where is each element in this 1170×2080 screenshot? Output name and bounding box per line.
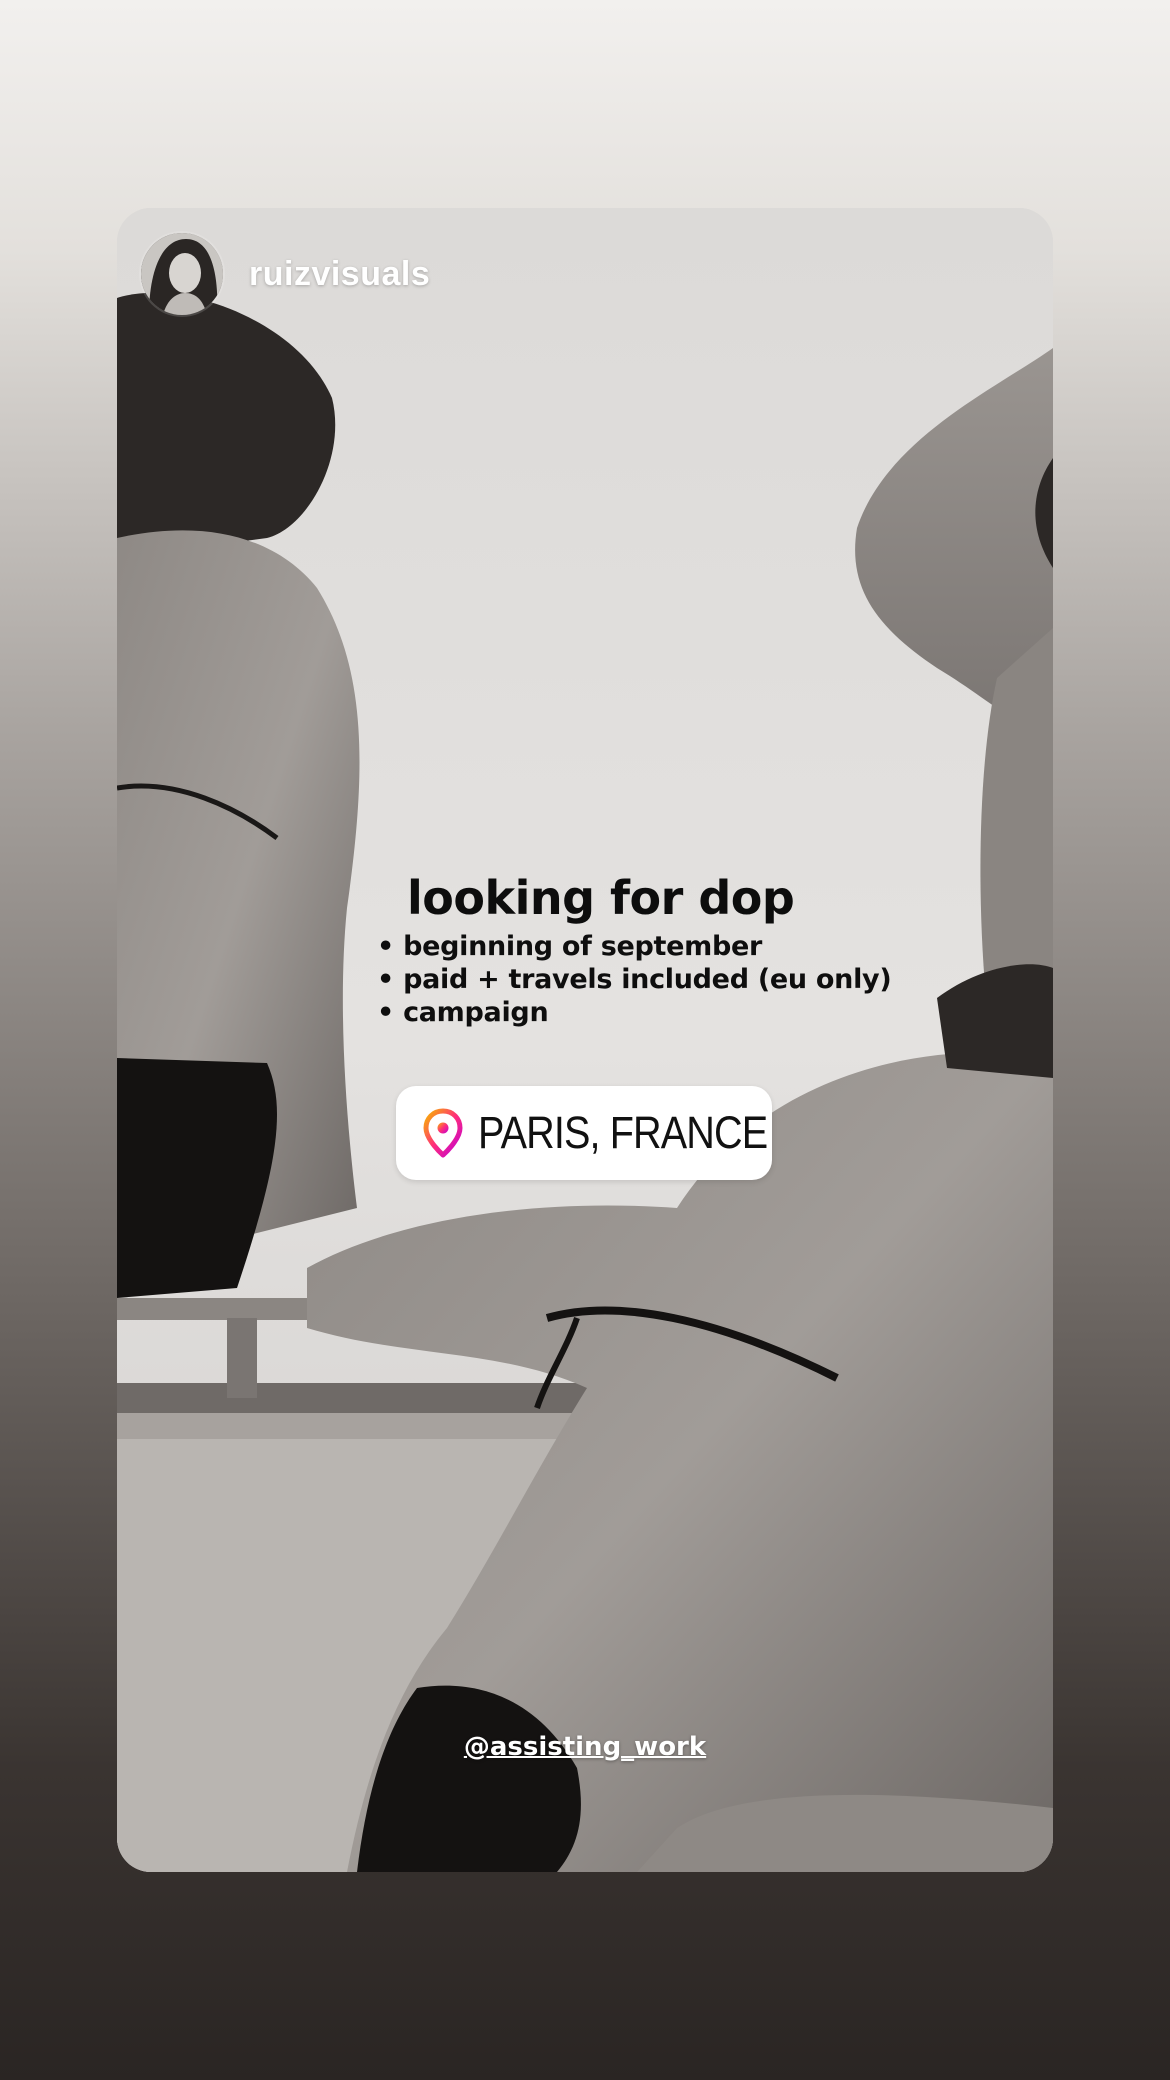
- story-photo: [117, 208, 1053, 1872]
- avatar-portrait-icon: [141, 233, 223, 315]
- requirements-list: beginning of september paid + travels in…: [377, 930, 892, 1029]
- list-item: beginning of september: [377, 930, 891, 963]
- username[interactable]: ruizvisuals: [249, 255, 430, 294]
- mention-link[interactable]: @assisting_work: [117, 1732, 1053, 1762]
- story-header: ruizvisuals: [141, 232, 430, 316]
- location-pin-icon: [423, 1108, 463, 1158]
- location-sticker[interactable]: PARIS, FRANCE: [396, 1086, 772, 1180]
- story-card[interactable]: ruizvisuals looking for dop beginning of…: [117, 208, 1053, 1872]
- location-label: PARIS, FRANCE: [478, 1107, 768, 1158]
- story-headline: looking for dop: [407, 871, 795, 925]
- list-item: paid + travels included (eu only): [377, 963, 892, 996]
- list-item: campaign: [377, 996, 891, 1029]
- profile-avatar[interactable]: [141, 233, 223, 315]
